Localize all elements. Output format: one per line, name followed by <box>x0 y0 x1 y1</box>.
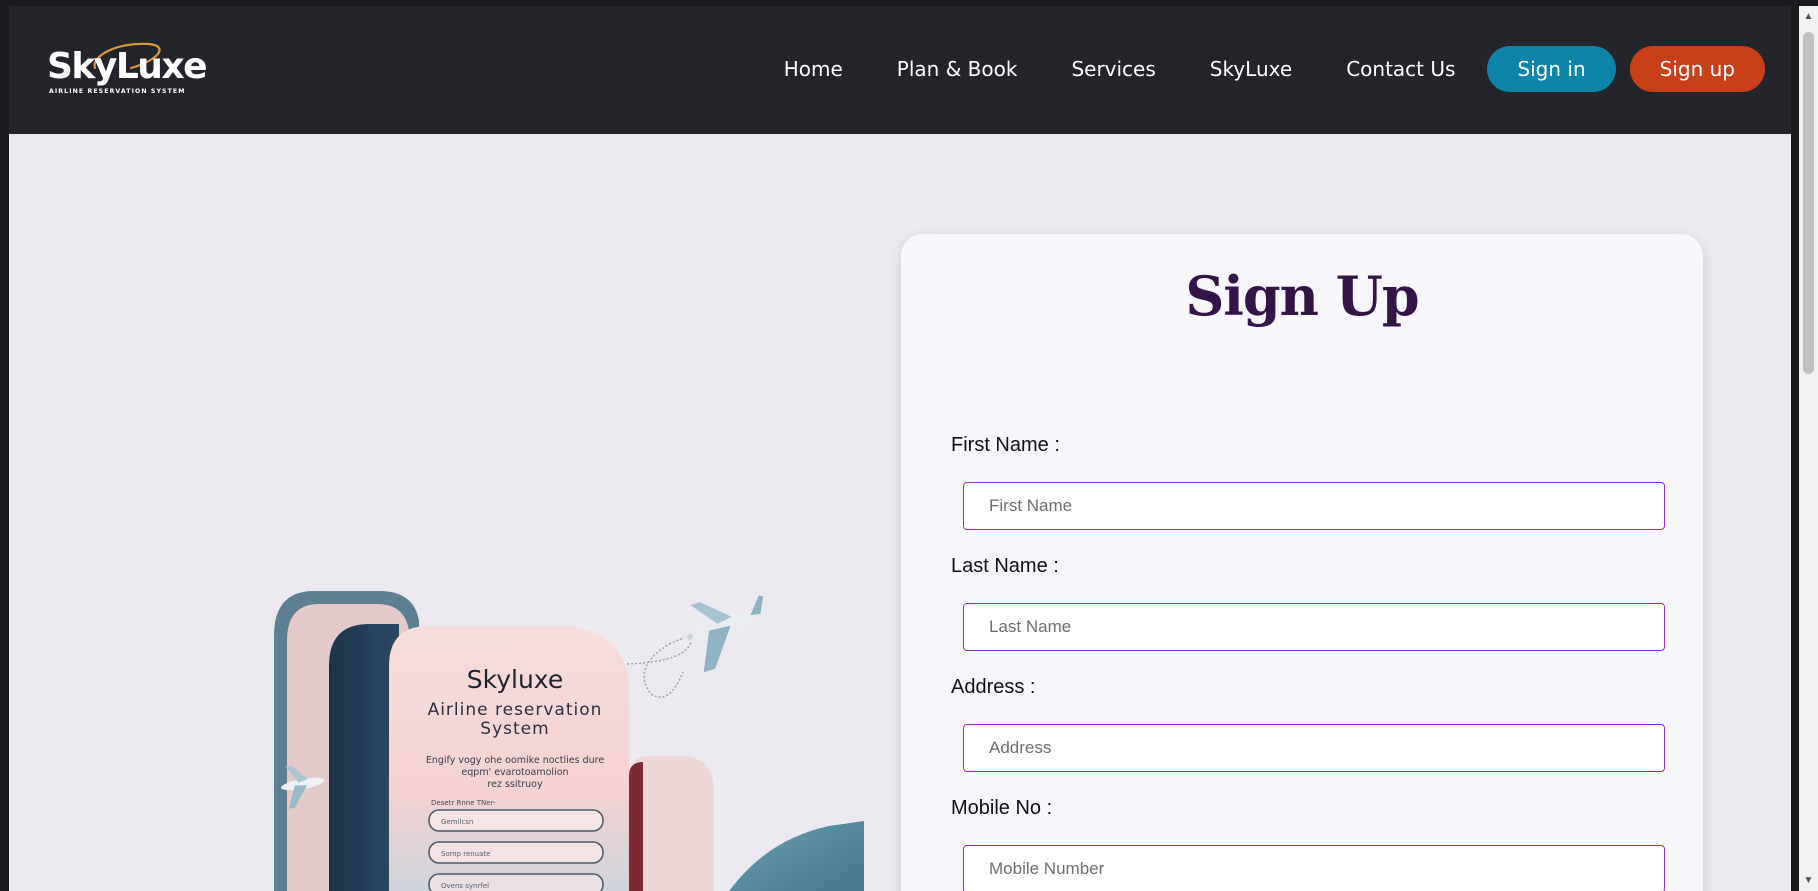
main-nav: Home Plan & Book Services SkyLuxe Contac… <box>784 46 1765 92</box>
illustration-input-1-text: Gemilcsn <box>441 818 473 826</box>
nav-home[interactable]: Home <box>784 57 843 81</box>
scrollbar-thumb[interactable] <box>1803 32 1814 374</box>
nav-services[interactable]: Services <box>1071 57 1155 81</box>
illustration-input-2-text: Somp renuate <box>441 850 490 858</box>
illustration-title: Skyluxe <box>467 665 563 694</box>
signup-card: Sign Up First Name : Last Name : Address… <box>901 234 1703 891</box>
front-panel-side <box>329 624 399 891</box>
nav-contact-us[interactable]: Contact Us <box>1346 57 1455 81</box>
mobile-number-input[interactable] <box>963 845 1665 891</box>
form-title: Sign Up <box>1185 264 1419 328</box>
sign-in-button[interactable]: Sign in <box>1487 46 1616 92</box>
illustration-subtitle-1: Airline reservation <box>428 700 603 720</box>
illustration-body-2: eqpm' evarotoamolion <box>461 767 568 778</box>
right-panel <box>629 756 714 891</box>
sign-up-button[interactable]: Sign up <box>1629 46 1765 92</box>
page: SkyLuxe AIRLINE RESERVATION SYSTEM Home … <box>9 6 1791 891</box>
vertical-scrollbar[interactable]: ▲ ▼ <box>1799 6 1818 891</box>
airplane-large-icon <box>684 595 764 673</box>
illustration-form-label: Desetr Rnne TNer- <box>431 799 496 807</box>
navbar: SkyLuxe AIRLINE RESERVATION SYSTEM Home … <box>9 6 1791 134</box>
nav-skyluxe[interactable]: SkyLuxe <box>1210 57 1292 81</box>
illustration-input-3-text: Ovens synrfel <box>441 882 489 890</box>
last-name-input[interactable] <box>963 603 1665 651</box>
last-name-label: Last Name : <box>951 555 1059 577</box>
address-label: Address : <box>951 676 1036 698</box>
logo-wordmark: SkyLuxe <box>47 46 208 87</box>
first-name-input[interactable] <box>963 482 1665 530</box>
skyluxe-logo[interactable]: SkyLuxe AIRLINE RESERVATION SYSTEM <box>47 34 208 104</box>
teal-wave <box>729 821 864 891</box>
nav-plan-book[interactable]: Plan & Book <box>897 57 1018 81</box>
scroll-up-arrow-icon[interactable]: ▲ <box>1799 8 1818 25</box>
logo-tagline: AIRLINE RESERVATION SYSTEM <box>49 88 186 95</box>
illustration-body-1: Engify vogy ohe oomike noctlies dure <box>426 755 604 766</box>
illustration-body-3: rez ssitruoy <box>487 779 543 790</box>
flight-path <box>626 636 693 698</box>
mobile-no-label: Mobile No : <box>951 797 1053 819</box>
address-input[interactable] <box>963 724 1665 772</box>
illustration-subtitle-2: System <box>480 719 549 739</box>
hero-illustration: Skyluxe Airline reservation System Engif… <box>274 591 864 891</box>
scroll-down-arrow-icon[interactable]: ▼ <box>1799 872 1818 889</box>
first-name-label: First Name : <box>951 434 1060 456</box>
